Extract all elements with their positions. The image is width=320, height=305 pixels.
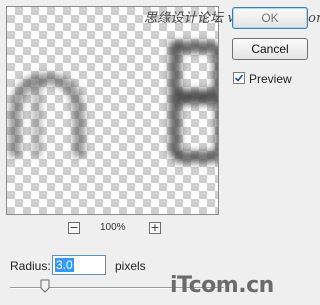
radius-input[interactable]: 3.0 [52, 255, 106, 275]
preview-checkbox[interactable] [233, 72, 245, 84]
cancel-button-label: Cancel [251, 42, 289, 56]
radius-unit: pixels [115, 259, 146, 273]
radius-slider-thumb[interactable] [40, 279, 50, 293]
preview-label: Preview [249, 72, 292, 86]
radius-label: Radius: [10, 259, 51, 273]
zoom-controls: − 100% + [66, 222, 166, 236]
ok-button[interactable]: OK [232, 7, 308, 29]
watermark-bottom-text: iTcom.cn [170, 273, 274, 298]
preview-canvas[interactable] [6, 6, 219, 215]
zoom-in-button[interactable]: + [149, 222, 161, 234]
cancel-button[interactable]: Cancel [232, 38, 308, 60]
zoom-out-button[interactable]: − [68, 222, 80, 234]
ok-button-label: OK [261, 11, 279, 25]
zoom-level: 100% [100, 222, 126, 233]
checkmark-icon [234, 74, 244, 82]
blurred-text-preview [9, 41, 218, 163]
radius-value: 3.0 [55, 258, 74, 272]
